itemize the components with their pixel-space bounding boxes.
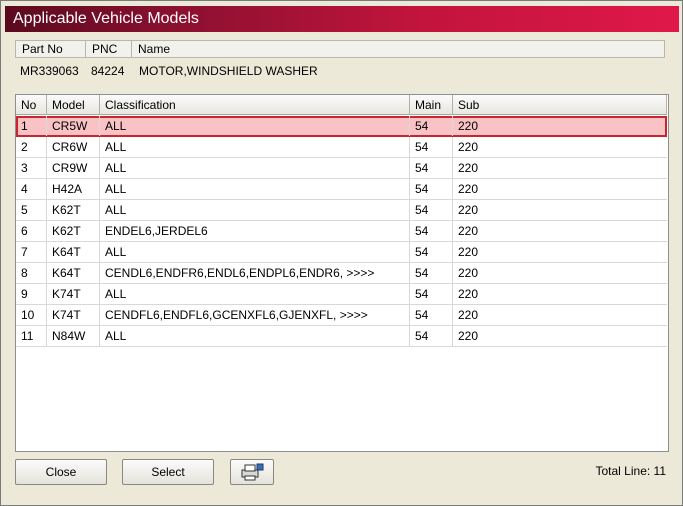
row-main-cell: 54 <box>410 305 453 325</box>
part-info-header: Part No PNC Name <box>15 40 665 58</box>
row-model-cell: K74T <box>47 305 100 325</box>
pnc-column-header: PNC <box>86 41 132 57</box>
table-row[interactable]: 5 K62T ALL 54 220 <box>16 200 667 221</box>
row-classification-cell: ALL <box>100 116 410 136</box>
sub-column-header[interactable]: Sub <box>453 95 667 115</box>
row-no-cell: 6 <box>16 221 47 241</box>
part-no-column-header: Part No <box>16 41 86 57</box>
row-sub-cell: 220 <box>458 245 479 259</box>
row-main-cell: 54 <box>410 179 453 199</box>
table-row[interactable]: 6 K62T ENDEL6,JERDEL6 54 220 <box>16 221 667 242</box>
row-classification-cell: CENDFL6,ENDFL6,GCENXFL6,GJENXFL, >>>> <box>100 305 410 325</box>
row-main-cell: 54 <box>410 263 453 283</box>
vehicle-models-grid[interactable]: No Model Classification Main Sub 1 CR5W AL… <box>15 94 669 452</box>
row-no-cell: 2 <box>16 137 47 157</box>
dialog-title: Applicable Vehicle Models <box>5 6 679 32</box>
row-model-cell: CR5W <box>47 116 100 136</box>
row-sub-cell: 220 <box>458 266 479 280</box>
row-main-cell: 54 <box>410 200 453 220</box>
table-row[interactable]: 8 K64T CENDL6,ENDFR6,ENDL6,ENDPL6,ENDR6, >… <box>16 263 667 284</box>
row-sub-cell: 220 <box>458 161 479 175</box>
row-no-cell: 9 <box>16 284 47 304</box>
row-no-cell: 10 <box>16 305 47 325</box>
row-model-cell: H42A <box>47 179 100 199</box>
row-classification-cell: ENDEL6,JERDEL6 <box>100 221 410 241</box>
total-line-count: Total Line: 11 <box>595 464 667 478</box>
row-main-cell: 54 <box>410 116 453 136</box>
row-no-cell: 5 <box>16 200 47 220</box>
row-sub-cell: 220 <box>458 224 479 238</box>
row-no-cell: 4 <box>16 179 47 199</box>
row-classification-cell: ALL <box>100 200 410 220</box>
row-model-cell: CR6W <box>47 137 100 157</box>
table-row[interactable]: 10 K74T CENDFL6,ENDFL6,GCENXFL6,GJENXFL, >… <box>16 305 667 326</box>
pnc-value: 84224 <box>91 64 125 78</box>
row-main-cell: 54 <box>410 158 453 178</box>
row-sub-cell: 220 <box>458 329 479 343</box>
applicable-vehicle-models-dialog: Applicable Vehicle Models Part No PNC Na… <box>0 0 683 506</box>
table-row[interactable]: 11 N84W ALL 54 220 <box>16 326 667 347</box>
no-column-header[interactable]: No <box>16 95 47 115</box>
row-no-cell: 7 <box>16 242 47 262</box>
table-row[interactable]: 3 CR9W ALL 54 220 <box>16 158 667 179</box>
row-no-cell: 8 <box>16 263 47 283</box>
row-classification-cell: ALL <box>100 179 410 199</box>
row-classification-cell: ALL <box>100 326 410 346</box>
row-no-cell: 3 <box>16 158 47 178</box>
row-sub-cell: 220 <box>458 287 479 301</box>
row-sub-cell: 220 <box>458 119 479 133</box>
table-row[interactable]: 1 CR5W ALL 54 220 <box>16 116 667 137</box>
print-button[interactable] <box>230 459 274 485</box>
model-column-header[interactable]: Model <box>47 95 100 115</box>
row-classification-cell: ALL <box>100 284 410 304</box>
row-sub-cell: 220 <box>458 140 479 154</box>
row-sub-cell: 220 <box>458 182 479 196</box>
table-row[interactable]: 2 CR6W ALL 54 220 <box>16 137 667 158</box>
printer-icon <box>241 463 264 481</box>
grid-header: No Model Classification Main Sub <box>16 95 667 115</box>
table-row[interactable]: 7 K64T ALL 54 220 <box>16 242 667 263</box>
row-model-cell: K74T <box>47 284 100 304</box>
part-info-panel: Part No PNC Name MR339063 84224 MOTOR,WI… <box>15 40 666 91</box>
close-button[interactable]: Close <box>15 459 107 485</box>
row-main-cell: 54 <box>410 137 453 157</box>
row-main-cell: 54 <box>410 326 453 346</box>
table-row[interactable]: 9 K74T ALL 54 220 <box>16 284 667 305</box>
row-classification-cell: CENDL6,ENDFR6,ENDL6,ENDPL6,ENDR6, >>>> <box>100 263 410 283</box>
name-column-header: Name <box>138 42 171 56</box>
row-model-cell: CR9W <box>47 158 100 178</box>
row-model-cell: N84W <box>47 326 100 346</box>
row-no-cell: 1 <box>16 116 47 136</box>
row-no-cell: 11 <box>16 326 47 346</box>
row-sub-cell: 220 <box>458 308 479 322</box>
row-sub-cell: 220 <box>458 203 479 217</box>
table-row[interactable]: 4 H42A ALL 54 220 <box>16 179 667 200</box>
classification-column-header[interactable]: Classification <box>100 95 410 115</box>
row-classification-cell: ALL <box>100 158 410 178</box>
row-main-cell: 54 <box>410 284 453 304</box>
row-main-cell: 54 <box>410 242 453 262</box>
main-column-header[interactable]: Main <box>410 95 453 115</box>
row-classification-cell: ALL <box>100 242 410 262</box>
part-no-value: MR339063 <box>20 64 79 78</box>
row-model-cell: K64T <box>47 242 100 262</box>
row-classification-cell: ALL <box>100 137 410 157</box>
row-model-cell: K64T <box>47 263 100 283</box>
select-button[interactable]: Select <box>122 459 214 485</box>
row-main-cell: 54 <box>410 221 453 241</box>
row-model-cell: K62T <box>47 221 100 241</box>
part-name-value: MOTOR,WINDSHIELD WASHER <box>139 64 318 78</box>
row-model-cell: K62T <box>47 200 100 220</box>
